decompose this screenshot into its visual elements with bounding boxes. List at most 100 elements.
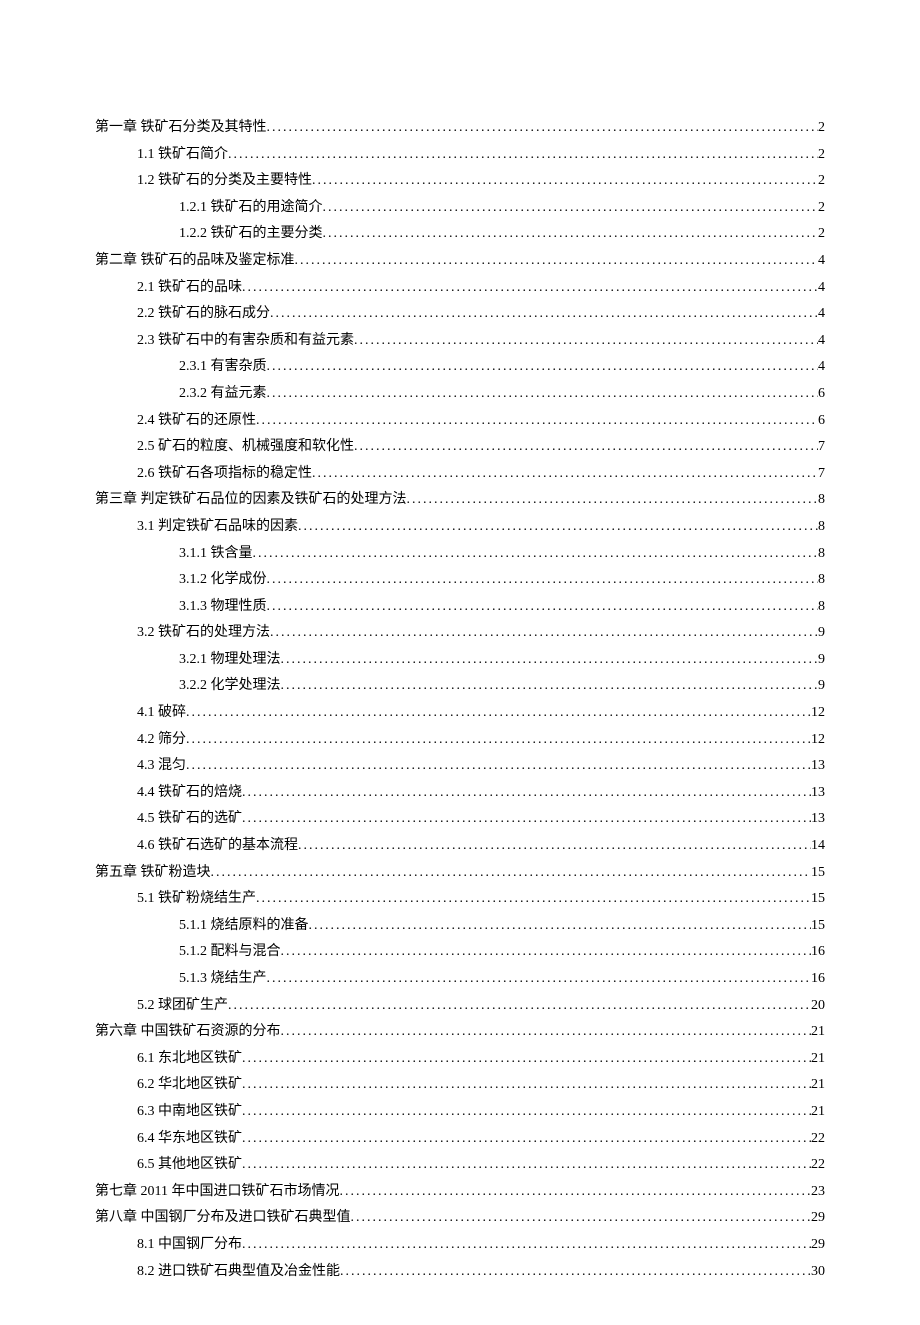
toc-entry-page: 30 [811, 1259, 825, 1286]
toc-entry[interactable]: 4.4 铁矿石的焙烧13 [95, 780, 825, 807]
toc-entry[interactable]: 5.1.3 烧结生产16 [95, 966, 825, 993]
toc-entry[interactable]: 2.1 铁矿石的品味4 [95, 275, 825, 302]
toc-entry-page: 2 [818, 221, 825, 248]
toc-entry-title: 8.2 进口铁矿石典型值及冶金性能 [137, 1259, 340, 1286]
toc-entry[interactable]: 2.2 铁矿石的脉石成分4 [95, 301, 825, 328]
toc-entry[interactable]: 1.2 铁矿石的分类及主要特性 2 [95, 168, 825, 195]
toc-entry[interactable]: 1.1 铁矿石简介2 [95, 142, 825, 169]
toc-entry-title: 第三章 判定铁矿石品位的因素及铁矿石的处理方法 [95, 487, 407, 514]
toc-entry-page: 21 [811, 1046, 825, 1073]
toc-entry[interactable]: 第五章 铁矿粉造块15 [95, 860, 825, 887]
toc-entry-title: 3.2.1 物理处理法 [179, 647, 281, 674]
document-page: 第一章 铁矿石分类及其特性21.1 铁矿石简介21.2 铁矿石的分类及主要特性2… [0, 0, 920, 1325]
toc-leader-dots [267, 594, 819, 621]
toc-entry-page: 13 [811, 806, 825, 833]
toc-entry[interactable]: 第三章 判定铁矿石品位的因素及铁矿石的处理方法8 [95, 487, 825, 514]
toc-leader-dots [312, 168, 818, 195]
toc-entry[interactable]: 第八章 中国钢厂分布及进口铁矿石典型值 29 [95, 1205, 825, 1232]
toc-entry[interactable]: 2.4 铁矿石的还原性 6 [95, 408, 825, 435]
toc-entry[interactable]: 4.1 破碎12 [95, 700, 825, 727]
toc-entry[interactable]: 4.3 混匀13 [95, 753, 825, 780]
toc-entry-page: 2 [818, 142, 825, 169]
toc-entry[interactable]: 3.2 铁矿石的处理方法9 [95, 620, 825, 647]
toc-entry-title: 4.6 铁矿石选矿的基本流程 [137, 833, 298, 860]
toc-leader-dots [340, 1259, 811, 1286]
toc-entry[interactable]: 第一章 铁矿石分类及其特性2 [95, 115, 825, 142]
toc-entry[interactable]: 3.2.2 化学处理法9 [95, 673, 825, 700]
toc-entry-title: 第一章 铁矿石分类及其特性 [95, 115, 267, 142]
toc-entry-title: 1.2 铁矿石的分类及主要特性 [137, 168, 312, 195]
toc-entry-title: 5.1.3 烧结生产 [179, 966, 267, 993]
toc-leader-dots [242, 806, 811, 833]
toc-entry[interactable]: 3.1 判定铁矿石品味的因素8 [95, 514, 825, 541]
toc-leader-dots [309, 913, 812, 940]
toc-leader-dots [228, 993, 811, 1020]
toc-entry[interactable]: 8.1 中国钢厂分布29 [95, 1232, 825, 1259]
toc-entry[interactable]: 6.1 东北地区铁矿 21 [95, 1046, 825, 1073]
toc-entry[interactable]: 4.6 铁矿石选矿的基本流程 14 [95, 833, 825, 860]
toc-leader-dots [267, 115, 819, 142]
toc-entry[interactable]: 4.5 铁矿石的选矿13 [95, 806, 825, 833]
toc-leader-dots [351, 1205, 812, 1232]
toc-entry-page: 29 [811, 1205, 825, 1232]
toc-entry[interactable]: 2.6 铁矿石各项指标的稳定性7 [95, 461, 825, 488]
toc-entry-page: 22 [811, 1152, 825, 1179]
toc-entry-page: 6 [818, 408, 825, 435]
toc-entry[interactable]: 第七章 2011 年中国进口铁矿石市场情况23 [95, 1179, 825, 1206]
toc-entry-page: 4 [818, 354, 825, 381]
toc-entry-page: 9 [818, 647, 825, 674]
toc-entry[interactable]: 4.2 筛分12 [95, 727, 825, 754]
toc-leader-dots [256, 886, 811, 913]
toc-entry-page: 4 [818, 301, 825, 328]
toc-entry[interactable]: 2.5 矿石的粒度、机械强度和软化性7 [95, 434, 825, 461]
toc-leader-dots [267, 567, 819, 594]
toc-entry[interactable]: 3.1.3 物理性质8 [95, 594, 825, 621]
toc-entry-title: 第二章 铁矿石的品味及鉴定标准 [95, 248, 295, 275]
toc-entry-page: 14 [811, 833, 825, 860]
toc-entry[interactable]: 1.2.2 铁矿石的主要分类2 [95, 221, 825, 248]
toc-entry-page: 12 [811, 700, 825, 727]
toc-entry[interactable]: 6.3 中南地区铁矿21 [95, 1099, 825, 1126]
toc-entry[interactable]: 3.2.1 物理处理法 9 [95, 647, 825, 674]
toc-entry-page: 8 [818, 514, 825, 541]
toc-entry[interactable]: 6.4 华东地区铁矿22 [95, 1126, 825, 1153]
toc-entry-title: 4.2 筛分 [137, 727, 186, 754]
toc-entry-page: 2 [818, 168, 825, 195]
toc-entry-page: 8 [818, 567, 825, 594]
toc-entry[interactable]: 第六章 中国铁矿石资源的分布21 [95, 1019, 825, 1046]
toc-entry-title: 6.1 东北地区铁矿 [137, 1046, 242, 1073]
toc-entry-page: 15 [811, 886, 825, 913]
toc-entry-title: 6.3 中南地区铁矿 [137, 1099, 242, 1126]
toc-entry[interactable]: 1.2.1 铁矿石的用途简介2 [95, 195, 825, 222]
toc-entry-page: 15 [811, 913, 825, 940]
toc-entry-page: 13 [811, 753, 825, 780]
toc-entry-page: 4 [818, 275, 825, 302]
toc-entry-title: 2.6 铁矿石各项指标的稳定性 [137, 461, 312, 488]
toc-leader-dots [267, 381, 819, 408]
toc-entry-title: 2.3.1 有害杂质 [179, 354, 267, 381]
toc-entry[interactable]: 3.1.2 化学成份8 [95, 567, 825, 594]
toc-entry[interactable]: 5.1.2 配料与混合16 [95, 939, 825, 966]
table-of-contents: 第一章 铁矿石分类及其特性21.1 铁矿石简介21.2 铁矿石的分类及主要特性2… [95, 115, 825, 1285]
toc-entry-page: 29 [811, 1232, 825, 1259]
toc-leader-dots [281, 1019, 812, 1046]
toc-leader-dots [267, 966, 812, 993]
toc-entry[interactable]: 第二章 铁矿石的品味及鉴定标准4 [95, 248, 825, 275]
toc-entry[interactable]: 2.3.2 有益元素6 [95, 381, 825, 408]
toc-entry[interactable]: 5.1.1 烧结原料的准备15 [95, 913, 825, 940]
toc-entry-title: 6.4 华东地区铁矿 [137, 1126, 242, 1153]
toc-entry[interactable]: 5.1 铁矿粉烧结生产15 [95, 886, 825, 913]
toc-entry-title: 第八章 中国钢厂分布及进口铁矿石典型值 [95, 1205, 351, 1232]
toc-entry-title: 5.2 球团矿生产 [137, 993, 228, 1020]
toc-entry[interactable]: 5.2 球团矿生产20 [95, 993, 825, 1020]
toc-entry-title: 3.2 铁矿石的处理方法 [137, 620, 270, 647]
toc-entry[interactable]: 3.1.1 铁含量8 [95, 541, 825, 568]
toc-entry[interactable]: 2.3 铁矿石中的有害杂质和有益元素4 [95, 328, 825, 355]
toc-entry[interactable]: 2.3.1 有害杂质 4 [95, 354, 825, 381]
toc-entry-title: 2.4 铁矿石的还原性 [137, 408, 256, 435]
toc-entry[interactable]: 6.5 其他地区铁矿22 [95, 1152, 825, 1179]
toc-entry[interactable]: 8.2 进口铁矿石典型值及冶金性能 30 [95, 1259, 825, 1286]
toc-leader-dots [267, 354, 819, 381]
toc-entry[interactable]: 6.2 华北地区铁矿21 [95, 1072, 825, 1099]
toc-leader-dots [298, 514, 818, 541]
